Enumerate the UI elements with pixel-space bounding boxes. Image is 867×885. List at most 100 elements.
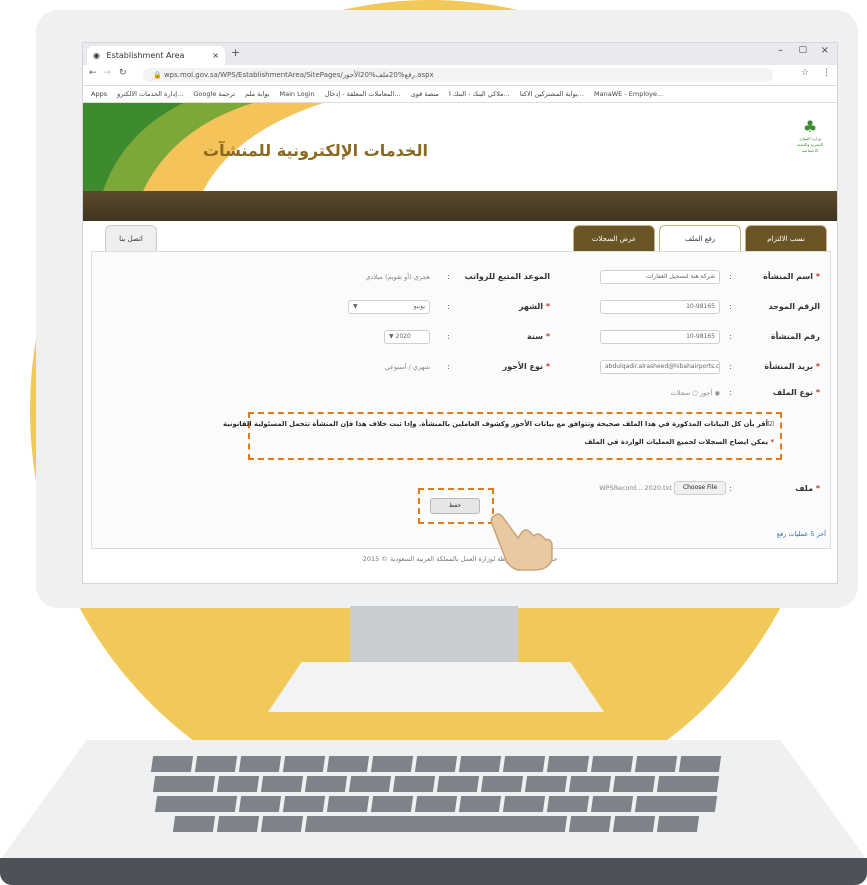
key [238,756,282,772]
tab-view-records[interactable]: عرض السجلات [573,225,655,253]
colon: : [447,302,450,311]
key [414,796,458,812]
close-icon[interactable]: × [212,46,219,65]
bookmark-item[interactable]: ManaWE - Employe... [594,86,663,102]
star-icon[interactable]: ☆ [801,68,809,78]
minimize-icon[interactable]: – [778,45,783,56]
reload-icon[interactable]: ↻ [119,68,127,78]
key [150,756,194,772]
site-banner: الخدمات الإلكترونية للمنشآت ♣ وزارة المو… [83,103,837,191]
key [392,776,436,792]
establishment-number-field[interactable]: 10-98165 [600,330,720,344]
tab-compliance[interactable]: نسب الالتزام [745,225,827,253]
bookmark-item[interactable]: بوابة المشتركين الاكتا... [520,86,584,102]
monitor-stand-base [268,662,604,712]
url-input[interactable]: 🔒 wps.mol.gov.sa/WPS/EstablishmentArea/S… [143,68,773,82]
bookmark-item[interactable]: إدارة الخدمات الالكترو... [117,86,183,102]
hand-pointer-icon [490,513,553,571]
key [370,796,414,812]
file-name: WPSRecord... 2020.txt [599,484,672,492]
key [612,816,656,832]
confirm-checkbox-label[interactable]: ☑أقر بأن كل البيانات المذكورة في هذا الم… [223,420,774,428]
forward-icon[interactable]: → [103,68,111,78]
confirm-note: * يمكن ايضاح السجلات لجميع العمليات الوا… [584,438,774,446]
key [260,776,304,792]
footer: جميع الحقوق محفوظة لوزارة العمل بالمملكة… [362,555,558,563]
bookmark-apps[interactable]: Apps [91,86,107,102]
key [370,756,414,772]
new-tab-icon[interactable]: + [231,46,240,59]
label-payroll-calendar: الموعد المتبع للرواتب [464,272,550,281]
key [326,796,370,812]
payroll-calendar-radios[interactable]: هجري (أو تقويم) ميلادي [366,273,430,281]
key [634,796,718,812]
save-button[interactable]: حفظ [430,498,480,514]
choose-file-button[interactable]: Choose File [674,481,726,495]
recent-uploads-link[interactable]: آخر 5 عمليات رفع [777,530,826,538]
colon: : [729,332,732,341]
ministry-name: وزارة الموارد البشرية والتنمية الاجتماعي… [796,136,824,153]
key [414,756,458,772]
establishment-name-field[interactable]: شركة هبة لتسجيل العقارات [600,270,720,284]
site-title: الخدمات الإلكترونية للمنشآت [203,141,428,160]
key [568,776,612,792]
maximize-icon[interactable]: ▢ [798,45,807,55]
tab-upload-file[interactable]: رفع الملف [659,225,741,252]
colon: : [729,302,732,311]
key [282,756,326,772]
key [436,776,480,792]
url-text: wps.mol.gov.sa/WPS/EstablishmentArea/Sit… [163,71,434,79]
label-unified-number: الرقم الموحد [768,302,820,311]
key [172,816,216,832]
colon: : [729,484,732,493]
colon: : [447,272,450,281]
key [546,756,590,772]
year-select[interactable]: ▼ 2020 [384,330,430,344]
key [590,756,634,772]
menu-icon[interactable]: ⋮ [822,68,831,78]
key [502,756,546,772]
key [152,776,216,792]
checkbox-icon[interactable]: ☑ [768,420,774,428]
space-key [304,816,568,832]
ministry-logo: ♣ وزارة الموارد البشرية والتنمية الاجتما… [795,117,825,154]
confirmation-box: ☑أقر بأن كل البيانات المذكورة في هذا الم… [223,412,782,460]
key [282,796,326,812]
bookmarks-bar: Apps إدارة الخدمات الالكترو... Google تر… [83,86,837,103]
key-row [118,816,754,832]
key [458,756,502,772]
back-icon[interactable]: ← [89,68,97,78]
colon: : [729,388,732,397]
key [260,816,304,832]
key [216,816,260,832]
key [612,776,656,792]
bookmark-item[interactable]: Google ترجمة [193,86,235,102]
bookmark-item[interactable]: ملاكي البنك - البنك ا... [449,86,510,102]
establishment-email-field[interactable]: abdulqadir.alrasheed@hibahairports.com [600,360,720,374]
key [524,776,568,792]
file-type-radios[interactable]: ◉ أجور ○ سجلات [670,389,720,397]
key [656,776,720,792]
unified-number-field[interactable]: 10-98165 [600,300,720,314]
window-close-icon[interactable]: × [821,45,829,56]
key [326,756,370,772]
key [480,776,524,792]
key [634,756,678,772]
bookmark-item[interactable]: المعاملات المعلقة - إدخال... [325,86,401,102]
month-select[interactable]: يونيو ▼ [348,300,430,314]
dropdown-icon: ▼ [389,333,394,340]
label-establishment-name: * اسم المنشأة [763,272,820,281]
label-wage-type: * نوع الأجور [502,362,550,371]
colon: : [729,362,732,371]
tab-contact[interactable]: اتصل بنا [105,225,157,253]
wage-type-radios[interactable]: شهري / أسبوعي [385,363,430,371]
key [590,796,634,812]
label-file: * ملف [795,484,820,493]
keyboard-edge [0,858,867,885]
bookmark-item[interactable]: منصة قوى [411,86,439,102]
bookmark-item[interactable]: بوابة ملم [245,86,269,102]
bookmark-item[interactable]: Main Login [280,86,315,102]
lock-icon: 🔒 [153,71,162,79]
browser-tab[interactable]: ◉ Establishment Area × [87,46,225,65]
key-row [118,756,754,772]
